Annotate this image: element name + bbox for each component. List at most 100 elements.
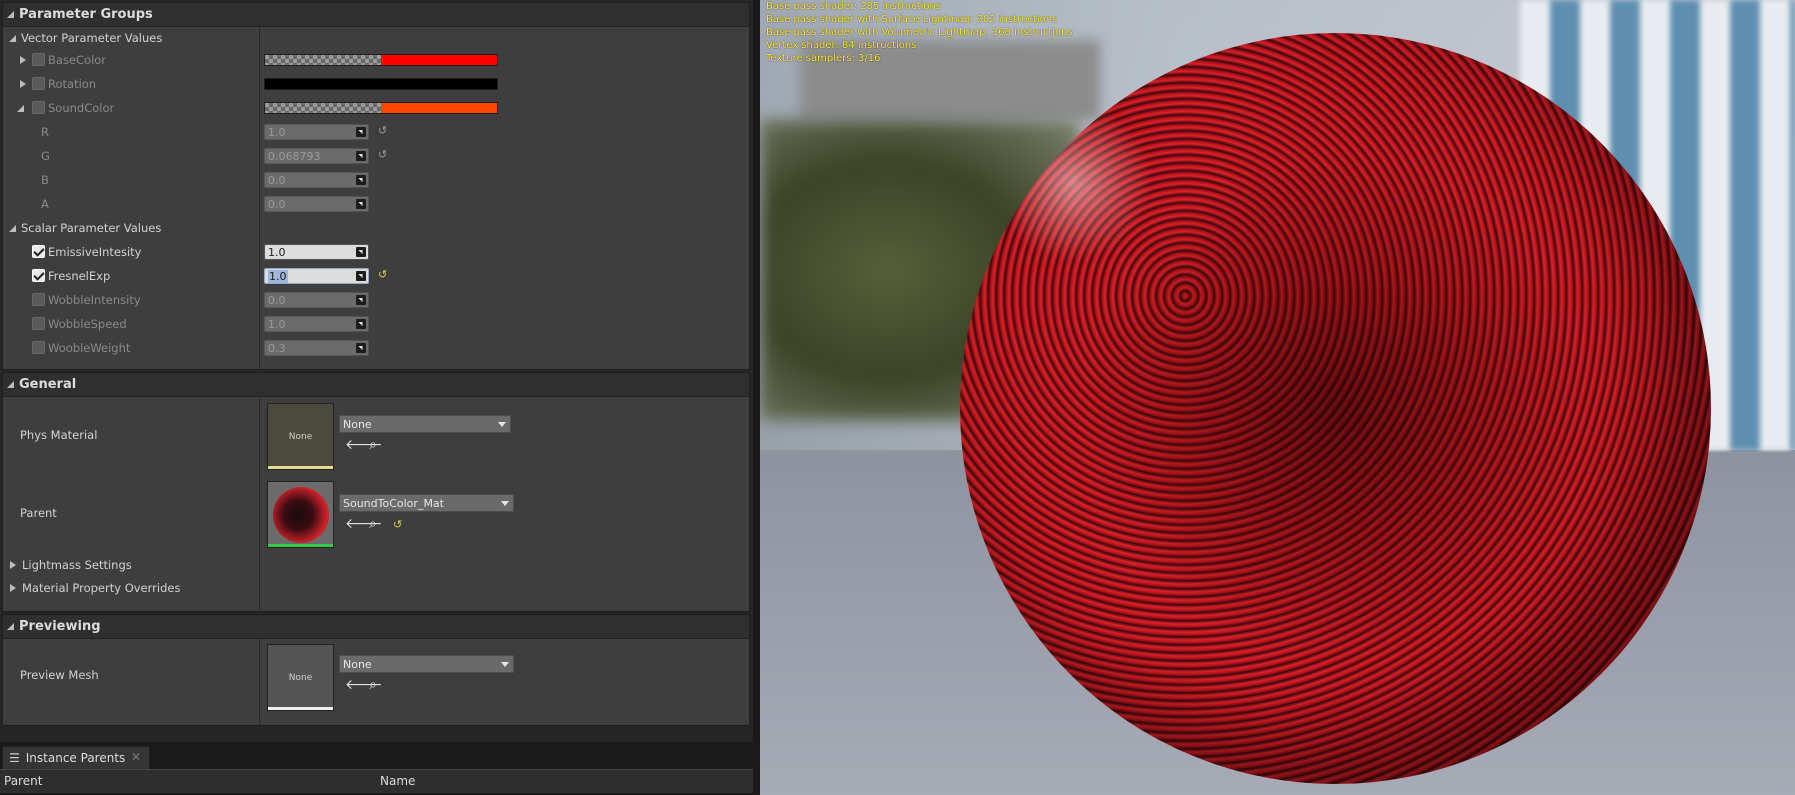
material-property-overrides-row[interactable]: Material Property Overrides — [3, 577, 749, 599]
drag-spin-icon[interactable] — [356, 343, 366, 353]
row-label: Material Property Overrides — [22, 581, 181, 595]
tab-instance-parents[interactable]: ☰ Instance Parents ✕ — [2, 746, 150, 769]
expand-arrow-icon[interactable] — [9, 224, 16, 232]
scalar-value-input[interactable]: 0.3 — [264, 340, 369, 356]
section-title: Previewing — [19, 619, 101, 634]
expand-arrow-icon[interactable] — [7, 381, 14, 388]
component-label: R — [41, 125, 49, 139]
alpha-checker — [265, 103, 383, 113]
component-value-input[interactable]: 0.0 — [264, 196, 369, 212]
scalar-params-group[interactable]: Scalar Parameter Values — [3, 217, 749, 239]
stat-line: Base pass shader with Surface Lightmap: … — [766, 14, 1058, 25]
parent-material-thumbnail[interactable] — [267, 481, 334, 548]
drag-spin-icon[interactable] — [356, 175, 366, 185]
parent-combo[interactable]: SoundToColor_Mat — [339, 494, 514, 512]
reset-to-default-icon[interactable]: ↺ — [378, 124, 387, 137]
vector-params-group[interactable]: Vector Parameter Values — [3, 27, 749, 49]
drag-spin-icon[interactable] — [356, 151, 366, 161]
param-name: WoobleWeight — [48, 341, 131, 355]
value-text: 1.0 — [268, 245, 286, 259]
override-checkbox[interactable] — [32, 77, 45, 90]
drag-spin-icon[interactable] — [356, 247, 366, 257]
column-splitter[interactable] — [259, 639, 260, 725]
browse-search-icon[interactable]: ⌕ — [369, 517, 377, 531]
parameter-groups-header[interactable]: Parameter Groups — [3, 3, 749, 27]
reset-to-default-icon[interactable]: ↺ — [393, 518, 402, 531]
expand-arrow-icon[interactable] — [20, 56, 26, 64]
expand-arrow-icon[interactable] — [17, 104, 24, 112]
parent-label: Parent — [20, 506, 57, 520]
bottom-tab-strip: ☰ Instance Parents ✕ — [0, 742, 755, 769]
vector-param-soundcolor: SoundColor — [3, 97, 749, 119]
combo-value: None — [343, 417, 372, 431]
value-text: 1.0 — [268, 269, 288, 283]
override-checkbox[interactable] — [32, 101, 45, 114]
preview-mesh-thumbnail[interactable]: None — [267, 644, 334, 711]
scalar-param-wobblespeed: WobbleSpeed 1.0 — [3, 313, 749, 335]
value-text: 0.068793 — [268, 149, 321, 163]
phys-material-thumbnail[interactable]: None — [267, 403, 334, 470]
phys-material-combo[interactable]: None — [339, 415, 511, 433]
expand-arrow-icon[interactable] — [20, 80, 26, 88]
override-checkbox[interactable] — [32, 269, 45, 282]
expand-arrow-icon[interactable] — [10, 561, 16, 569]
override-checkbox[interactable] — [32, 317, 45, 330]
color-swatch — [381, 55, 497, 65]
reset-to-default-icon[interactable]: ↺ — [378, 268, 387, 281]
thumb-text: None — [288, 672, 313, 683]
column-header-name[interactable]: Name — [380, 774, 415, 788]
drag-spin-icon[interactable] — [356, 127, 366, 137]
use-selected-arrow-icon[interactable]: 🡐 — [345, 438, 383, 452]
expand-arrow-icon[interactable] — [10, 584, 16, 592]
preview-mesh-combo[interactable]: None — [339, 655, 514, 673]
browse-search-icon[interactable]: ⌕ — [369, 678, 377, 692]
expand-arrow-icon[interactable] — [9, 34, 16, 42]
color-swatch-bar[interactable] — [264, 102, 498, 114]
phys-material-label: Phys Material — [20, 428, 98, 442]
override-checkbox[interactable] — [32, 53, 45, 66]
override-checkbox[interactable] — [32, 245, 45, 258]
param-name: BaseColor — [48, 53, 107, 67]
column-header-parent[interactable]: Parent — [4, 774, 42, 788]
details-panel: Parameter Groups Vector Parameter Values… — [0, 0, 753, 742]
color-swatch-bar[interactable] — [264, 54, 498, 66]
expand-arrow-icon[interactable] — [7, 11, 14, 18]
component-value-input[interactable]: 0.068793 — [264, 148, 369, 164]
component-g: G 0.068793 ↺ — [3, 145, 749, 167]
chevron-down-icon — [498, 422, 506, 427]
expand-arrow-icon[interactable] — [7, 623, 14, 630]
close-icon[interactable]: ✕ — [131, 750, 141, 764]
preview-sphere — [960, 33, 1711, 784]
drag-spin-icon[interactable] — [356, 271, 366, 281]
drag-spin-icon[interactable] — [356, 199, 366, 209]
drag-spin-icon[interactable] — [356, 295, 366, 305]
component-value-input[interactable]: 1.0 — [264, 124, 369, 140]
use-selected-arrow-icon[interactable]: 🡐 — [345, 678, 383, 692]
thumb-text: None — [288, 431, 313, 442]
drag-spin-icon[interactable] — [356, 319, 366, 329]
scalar-value-input[interactable]: 1.0 — [264, 316, 369, 332]
use-selected-arrow-icon[interactable]: 🡐 — [345, 517, 383, 531]
tab-label: Instance Parents — [25, 751, 126, 765]
reset-to-default-icon[interactable]: ↺ — [378, 148, 387, 161]
scalar-value-input[interactable]: 1.0 — [264, 268, 369, 284]
override-checkbox[interactable] — [32, 293, 45, 306]
general-header[interactable]: General — [3, 373, 749, 397]
previewing-header[interactable]: Previewing — [3, 615, 749, 639]
material-preview-viewport[interactable]: Base pass shader: 285 instructions Base … — [760, 0, 1795, 795]
override-checkbox[interactable] — [32, 341, 45, 354]
shader-stats-overlay: Base pass shader: 285 instructions Base … — [766, 0, 1073, 65]
color-swatch-bar[interactable] — [264, 78, 498, 90]
group-label: Scalar Parameter Values — [21, 221, 162, 235]
asset-type-bar — [268, 707, 333, 710]
alpha-checker — [265, 55, 383, 65]
lightmass-settings-row[interactable]: Lightmass Settings — [3, 554, 749, 576]
browse-search-icon[interactable]: ⌕ — [369, 438, 377, 452]
component-value-input[interactable]: 0.0 — [264, 172, 369, 188]
scalar-value-input[interactable]: 0.0 — [264, 292, 369, 308]
section-title: General — [19, 377, 77, 392]
combo-value: None — [343, 657, 372, 671]
asset-type-bar — [268, 544, 333, 547]
scalar-value-input[interactable]: 1.0 — [264, 244, 369, 260]
scalar-param-fresnelexp: FresnelExp 1.0 ↺ — [3, 265, 749, 287]
